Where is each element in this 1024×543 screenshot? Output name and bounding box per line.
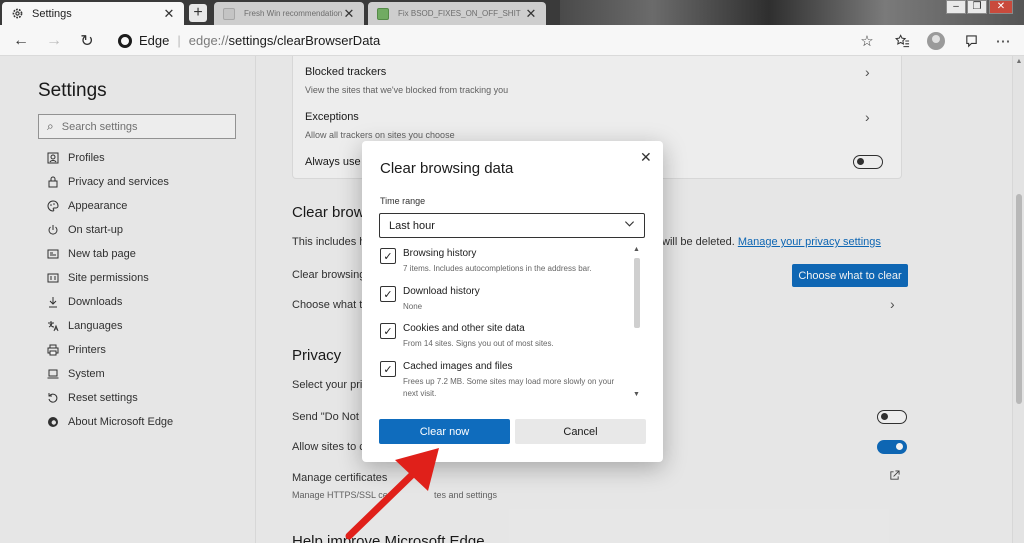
- avatar: [927, 32, 945, 50]
- checkbox-checked-icon[interactable]: ✓: [380, 361, 396, 377]
- new-tab-button[interactable]: +: [189, 4, 207, 22]
- profile-avatar[interactable]: [926, 31, 946, 51]
- option-title: Cookies and other site data: [403, 323, 525, 334]
- time-range-value: Last hour: [389, 219, 435, 232]
- tab-title: Fresh Win recommendations Timelin: [244, 9, 342, 18]
- tab-strip: Settings ✕ + Fresh Win recommendations T…: [0, 0, 1024, 25]
- tab-close-icon[interactable]: ✕: [524, 6, 538, 22]
- dialog-title: Clear browsing data: [380, 160, 514, 177]
- tab-background-1[interactable]: Fresh Win recommendations Timelin ✕: [214, 2, 364, 25]
- time-range-label: Time range: [380, 196, 426, 206]
- address-bar[interactable]: Edge | edge://settings/clearBrowserData: [110, 29, 880, 52]
- address-host: edge://: [188, 33, 229, 48]
- close-icon[interactable]: ✕: [640, 149, 652, 166]
- option-title: Cached images and files: [403, 361, 513, 372]
- data-type-list: ✓ Browsing history 7 items. Includes aut…: [380, 246, 645, 402]
- refresh-button[interactable]: ↻: [77, 31, 97, 51]
- tab-title: Settings: [32, 7, 72, 20]
- tab-close-icon[interactable]: ✕: [342, 6, 356, 22]
- list-scrollbar[interactable]: ▲ ▼: [632, 246, 642, 402]
- maximize-button[interactable]: ❐: [967, 0, 987, 14]
- red-arrow-annotation: [345, 448, 439, 540]
- checkbox-checked-icon[interactable]: ✓: [380, 248, 396, 264]
- option-title: Download history: [403, 286, 480, 297]
- option-description: Frees up 7.2 MB. Some sites may load mor…: [403, 377, 615, 398]
- page-icon: [376, 7, 390, 21]
- scroll-down-icon[interactable]: ▼: [633, 391, 640, 398]
- time-range-select[interactable]: Last hour: [379, 213, 645, 238]
- address-separator: |: [177, 33, 181, 48]
- scroll-thumb[interactable]: [634, 258, 640, 328]
- checkbox-checked-icon[interactable]: ✓: [380, 323, 396, 339]
- page-icon: [222, 7, 236, 21]
- favorites-icon[interactable]: [892, 31, 912, 51]
- browser-toolbar: ← → ↻ Edge | edge://settings/clearBrowse…: [0, 25, 1024, 56]
- chevron-down-icon: [624, 218, 635, 232]
- clear-browsing-data-dialog: Clear browsing data ✕ Time range Last ho…: [362, 141, 663, 462]
- scroll-up-icon[interactable]: ▲: [633, 246, 640, 253]
- address-label: Edge: [139, 33, 170, 48]
- cancel-button[interactable]: Cancel: [515, 419, 646, 444]
- tab-title: Fix BSOD_FIXES_ON_OFF_SHIT: [398, 9, 521, 18]
- back-button[interactable]: ←: [11, 31, 31, 51]
- feedback-icon[interactable]: [961, 31, 981, 51]
- option-description: From 14 sites. Signs you out of most sit…: [403, 339, 554, 348]
- tab-background-2[interactable]: Fix BSOD_FIXES_ON_OFF_SHIT ✕: [368, 2, 546, 25]
- edge-icon: [118, 33, 132, 48]
- option-description: None: [403, 302, 423, 311]
- tab-settings[interactable]: Settings ✕: [2, 2, 184, 25]
- address-path: settings/clearBrowserData: [228, 33, 381, 48]
- favorite-star-icon[interactable]: ☆: [857, 31, 877, 51]
- minimize-button[interactable]: –: [946, 0, 966, 14]
- checkbox-checked-icon[interactable]: ✓: [380, 286, 396, 302]
- close-window-button[interactable]: ✕: [989, 0, 1013, 14]
- more-menu-icon[interactable]: ⋯: [993, 31, 1013, 51]
- gear-icon: [10, 7, 24, 21]
- tab-close-icon[interactable]: ✕: [162, 6, 176, 22]
- option-description: 7 items. Includes autocompletions in the…: [403, 264, 592, 273]
- forward-button[interactable]: →: [44, 31, 64, 51]
- option-title: Browsing history: [403, 248, 477, 259]
